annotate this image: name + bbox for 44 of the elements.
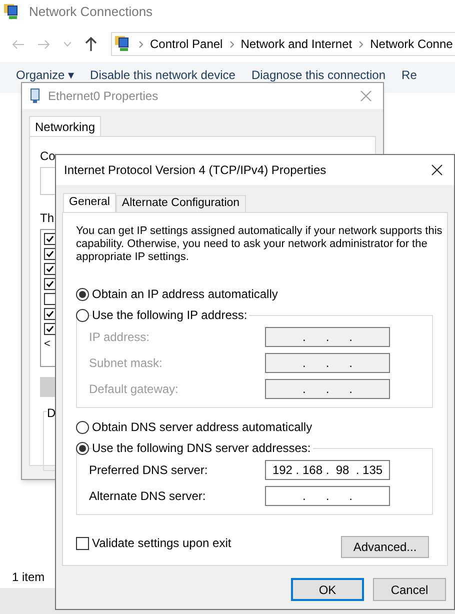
breadcrumb-item[interactable]: Control Panel [150, 35, 223, 53]
checkbox[interactable] [76, 536, 89, 550]
field-label: IP address: [89, 329, 150, 346]
breadcrumb-item[interactable]: Network and Internet [240, 35, 352, 53]
field-label: Preferred DNS server: [89, 462, 209, 479]
tab[interactable]: General [63, 193, 116, 212]
status-text: 1 item [12, 569, 45, 586]
toolbar-item[interactable]: Re [402, 66, 417, 84]
up-arrow-icon[interactable] [85, 37, 97, 51]
field-label: Co [40, 149, 56, 163]
close-icon[interactable] [431, 164, 443, 176]
radio-option[interactable]: Use the following IP address: [76, 308, 437, 322]
checkbox[interactable] [44, 293, 56, 305]
dialog-title: Ethernet0 Properties [48, 88, 158, 105]
checkbox[interactable] [44, 308, 56, 320]
checkbox[interactable] [44, 248, 56, 260]
checkbox-option[interactable]: Validate settings upon exit [76, 534, 232, 552]
toolbar-item[interactable]: Disable this network device [90, 66, 236, 84]
field-label: Alternate DNS server: [89, 488, 207, 505]
checkbox[interactable] [44, 278, 56, 290]
description-text: You can get IP settings assigned automatically if your network supports this capability. Otherwise, you need to ask your network administrator for the appropriate IP settings. [76, 225, 444, 264]
ethernet-adapter-icon [30, 88, 40, 104]
dialog-title: Internet Protocol Version 4 (TCP/IPv4) Properties [64, 162, 326, 179]
checkbox[interactable] [44, 263, 56, 275]
breadcrumb-item[interactable]: Network Conne [370, 35, 453, 53]
field-label: Subnet mask: [89, 355, 164, 372]
ok-button[interactable]: OK [291, 578, 364, 601]
ip-address-field[interactable]: . . . [265, 486, 390, 506]
toolbar-item[interactable]: Diagnose this connection [251, 66, 386, 84]
ip-address-field[interactable]: 192 . 168 . 98 . 135 [265, 460, 390, 480]
chevron-right-icon [359, 40, 364, 48]
chevron-right-icon [139, 40, 143, 48]
checkbox[interactable] [44, 323, 56, 335]
checkbox[interactable] [44, 233, 56, 245]
toolbar-item[interactable]: Organize ▾ [16, 66, 74, 84]
address-bar[interactable]: Control Panel Network and Internet Network Conne [111, 32, 455, 56]
advanced-button[interactable]: Advanced... [341, 536, 429, 558]
field-label: Default gateway: [89, 381, 180, 398]
tab[interactable]: Alternate Configuration [116, 195, 246, 212]
cancel-button[interactable]: Cancel [373, 578, 446, 601]
field-label: Th [40, 211, 54, 225]
window-title: Network Connections [29, 3, 153, 22]
tab[interactable]: Networking [29, 116, 102, 136]
chevron-right-icon [230, 40, 234, 48]
